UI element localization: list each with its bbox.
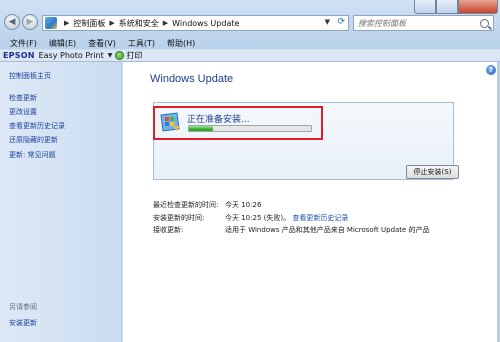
print-icon[interactable] (115, 51, 125, 60)
breadcrumb-separator-icon[interactable]: ▶ (109, 19, 114, 27)
breadcrumb-windows-update[interactable]: Windows Update (172, 19, 239, 28)
page-title: Windows Update (150, 73, 234, 85)
breadcrumb-separator-icon[interactable]: ▶ (64, 19, 69, 27)
toolbar: EPSON Easy Photo Print ▼ 打印 (0, 50, 500, 62)
last-checked-value: 今天 10:26 (225, 201, 262, 209)
sidebar-item-home[interactable]: 控制面板主页 (9, 71, 51, 81)
menu-edit[interactable]: 编辑(E) (44, 38, 81, 50)
status-message: 正在准备安装... (187, 115, 250, 125)
sidebar-item-installed-updates[interactable]: 安装更新 (9, 318, 37, 328)
search-input[interactable] (358, 18, 468, 28)
control-panel-icon (45, 17, 57, 29)
forward-arrow-icon: ▶ (26, 17, 34, 27)
install-progress-bar (188, 125, 312, 132)
chevron-down-icon[interactable]: ▼ (108, 52, 113, 59)
back-arrow-icon: ◀ (8, 17, 16, 27)
main-content: ? Windows Update 正在准备安装... 停止安装(S) 最近检查更… (123, 62, 500, 342)
sidebar-item-check-updates[interactable]: 检查更新 (9, 93, 37, 103)
epson-logo: EPSON (3, 51, 35, 60)
back-button[interactable]: ◀ (4, 14, 20, 30)
menu-tools[interactable]: 工具(T) (123, 38, 160, 50)
installed-time-row: 今天 10:25 (失败)。 查看更新历史记录 (225, 213, 348, 223)
windows-update-icon (160, 112, 180, 132)
sidebar: 控制面板主页 检查更新 更改设置 查看更新历史记录 还原隐藏的更新 更新: 常见… (0, 62, 122, 342)
menu-help[interactable]: 帮助(H) (162, 38, 200, 50)
breadcrumb-system-security[interactable]: 系统和安全 (119, 18, 159, 29)
breadcrumb-control-panel[interactable]: 控制面板 (73, 18, 105, 29)
sidebar-item-faq[interactable]: 更新: 常见问题 (9, 150, 56, 160)
progress-fill (189, 126, 214, 131)
menu-file[interactable]: 文件(F) (5, 38, 42, 50)
navigation-bar: ◀ ▶ ▶ 控制面板 ▶ 系统和安全 ▶ Windows Update ▼ ⟳ (0, 12, 500, 34)
help-icon[interactable]: ? (486, 65, 496, 75)
sidebar-item-view-history[interactable]: 查看更新历史记录 (9, 121, 65, 131)
receive-updates-value: 适用于 Windows 产品和其他产品来自 Microsoft Update 的… (225, 226, 430, 234)
easy-photo-print-button[interactable]: Easy Photo Print (39, 51, 104, 60)
refresh-icon[interactable]: ⟳ (337, 17, 345, 27)
address-dropdown-icon[interactable]: ▼ (325, 18, 330, 26)
breadcrumb-separator-icon[interactable]: ▶ (163, 19, 168, 27)
search-icon[interactable] (480, 18, 489, 28)
menu-view[interactable]: 查看(V) (83, 38, 121, 50)
search-box[interactable] (353, 15, 494, 31)
view-history-link[interactable]: 查看更新历史记录 (292, 214, 348, 222)
sidebar-item-change-settings[interactable]: 更改设置 (9, 107, 37, 117)
last-checked-label: 最近检查更新的时间: (153, 201, 219, 209)
address-bar[interactable]: ▶ 控制面板 ▶ 系统和安全 ▶ Windows Update ▼ ⟳ (42, 15, 349, 31)
receive-updates-label: 接收更新: (153, 226, 184, 234)
installed-time-value: 今天 10:25 (失败)。 (225, 214, 291, 222)
forward-button[interactable]: ▶ (22, 14, 38, 30)
stop-install-button[interactable]: 停止安装(S) (406, 165, 459, 179)
menu-bar: 文件(F) 编辑(E) 查看(V) 工具(T) 帮助(H) (0, 38, 500, 50)
see-also-heading: 另请参阅 (9, 303, 37, 311)
print-button[interactable]: 打印 (126, 50, 142, 61)
sidebar-item-restore-hidden[interactable]: 还原隐藏的更新 (9, 135, 58, 145)
installed-time-label: 安装更新的时间: (153, 214, 205, 222)
